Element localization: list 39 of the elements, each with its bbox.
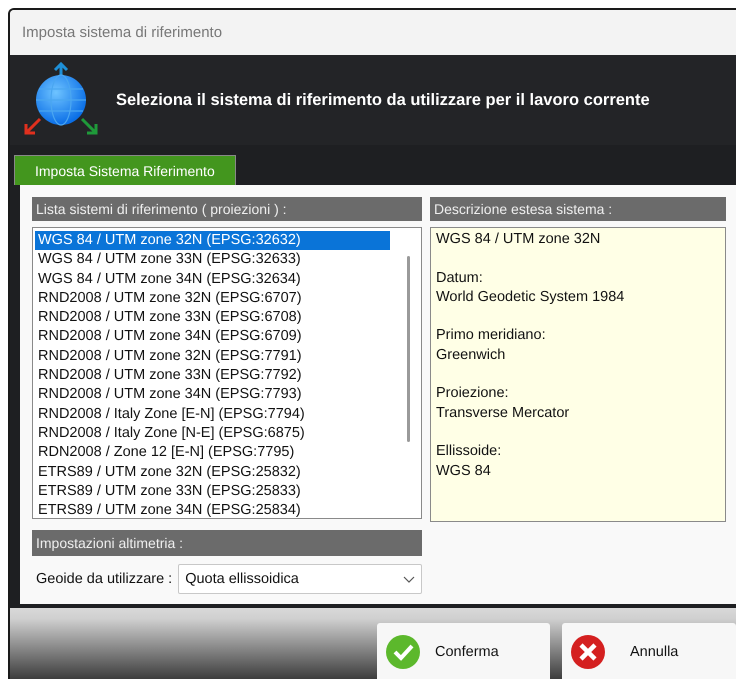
field-value: WGS 84 <box>436 462 491 481</box>
field-label: Datum: <box>436 268 483 288</box>
list-item[interactable]: ETRS89 / UTM zone 32N (EPSG:25832) <box>35 462 390 482</box>
chevron-down-icon <box>403 576 415 582</box>
list-item[interactable]: RND2008 / Italy Zone [E-N] (EPSG:7794) <box>35 404 390 424</box>
close-icon <box>570 634 606 670</box>
field-label: Primo meridiano: <box>436 326 546 346</box>
section-heading: Impostazioni altimetria : <box>32 530 422 556</box>
list-item[interactable]: RND2008 / UTM zone 34N (EPSG:7793) <box>35 385 390 405</box>
list-item[interactable]: WGS 84 / UTM zone 34N (EPSG:32634) <box>35 270 390 289</box>
list-item[interactable]: RND2008 / UTM zone 32N (EPSG:6707) <box>35 288 390 308</box>
projection-listbox[interactable] <box>32 227 422 519</box>
list-item[interactable]: WGS 84 / UTM zone 32N (EPSG:32632) <box>35 231 390 250</box>
field-value: World Geodetic System 1984 <box>436 288 624 307</box>
list-item[interactable]: RDN2008 / Zone 12 [E-N] (EPSG:7795) <box>35 443 390 463</box>
field-label: Ellissoide: <box>436 442 502 462</box>
cancel-button[interactable]: Annulla <box>562 623 736 679</box>
geoid-dropdown[interactable]: Quota ellissoidica <box>178 564 422 594</box>
section-heading: Descrizione estesa sistema : <box>430 197 726 221</box>
list-item[interactable]: ETRS89 / UTM zone 33N (EPSG:25833) <box>35 482 390 502</box>
list-item[interactable]: RND2008 / UTM zone 32N (EPSG:7791) <box>35 346 390 366</box>
section-heading: Lista sistemi di riferimento ( proiezioni ) : <box>32 197 422 221</box>
check-icon <box>385 634 421 670</box>
window-title: Imposta sistema di riferimento <box>10 10 736 55</box>
field-label: Proiezione: <box>436 384 509 404</box>
list-item[interactable]: WGS 84 / UTM zone 33N (EPSG:32633) <box>35 250 390 270</box>
header-message: Seleziona il sistema di riferimento da utilizzare per il lavoro corrente <box>116 90 651 111</box>
list-item[interactable]: RND2008 / UTM zone 33N (EPSG:6708) <box>35 308 390 328</box>
list-item[interactable]: RND2008 / UTM zone 33N (EPSG:7792) <box>35 366 390 386</box>
geoid-label: Geoide da utilizzare : <box>36 571 172 587</box>
list-item[interactable]: RND2008 / UTM zone 34N (EPSG:6709) <box>35 327 390 347</box>
system-name: WGS 84 / UTM zone 32N <box>436 230 600 249</box>
tab[interactable]: Imposta Sistema Riferimento <box>14 155 236 185</box>
list-item[interactable]: ETRS89 / UTM zone 34N (EPSG:25834) <box>35 501 390 518</box>
list-item[interactable]: RND2008 / Italy Zone [N-E] (EPSG:6875) <box>35 424 390 444</box>
field-value: Greenwich <box>436 346 506 365</box>
field-value: Transverse Mercator <box>436 404 570 423</box>
confirm-button[interactable]: Conferma <box>377 623 550 679</box>
scrollbar-thumb[interactable] <box>407 256 410 442</box>
